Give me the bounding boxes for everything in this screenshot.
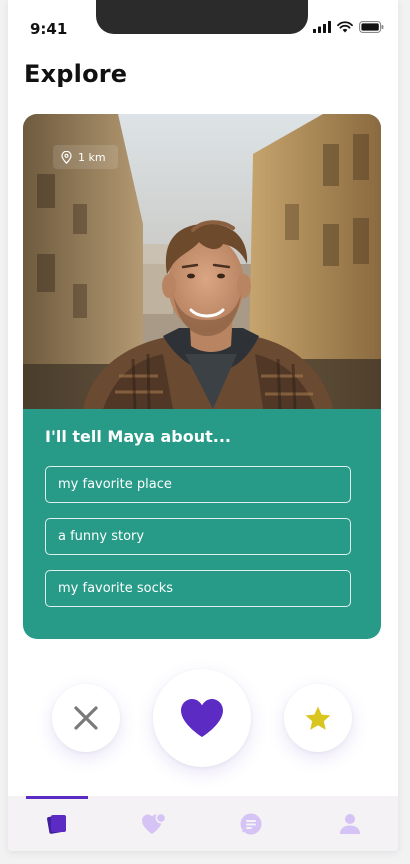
like-button[interactable] — [153, 669, 251, 767]
profile-icon — [340, 813, 360, 834]
tab-bar — [8, 796, 398, 851]
profile-card[interactable]: 1 km I'll tell Maya about... my favorite… — [23, 114, 381, 639]
prompt-option-label: my favorite place — [58, 477, 172, 492]
prompt-option[interactable]: a funny story — [45, 518, 351, 555]
heart-icon — [181, 699, 223, 737]
profile-photo: 1 km — [23, 114, 381, 409]
dislike-button[interactable] — [52, 684, 120, 752]
prompt-option[interactable]: my favorite place — [45, 466, 351, 503]
prompt-option-label: a funny story — [58, 529, 145, 544]
battery-icon — [359, 21, 384, 33]
chat-icon — [240, 813, 262, 834]
page-title: Explore — [24, 60, 128, 88]
tab-explore[interactable] — [27, 796, 87, 851]
super-like-button[interactable] — [284, 684, 352, 752]
prompt-title: I'll tell Maya about... — [45, 427, 231, 446]
cards-icon — [47, 814, 66, 834]
distance-badge: 1 km — [53, 145, 118, 169]
distance-text: 1 km — [78, 150, 106, 164]
status-icons — [313, 21, 384, 33]
tab-likes[interactable] — [124, 796, 184, 851]
device-notch — [96, 0, 308, 34]
star-icon — [305, 706, 331, 730]
wifi-icon — [337, 21, 353, 33]
prompt-option-label: my favorite socks — [58, 581, 174, 596]
phone-screen: 9:41 Explore 1 km I'll tell Maya about..… — [8, 0, 398, 851]
location-pin-icon — [61, 150, 72, 164]
signal-icon — [313, 21, 331, 33]
prompt-option[interactable]: my favorite socks — [45, 570, 351, 607]
tab-profile[interactable] — [320, 796, 380, 851]
close-icon — [74, 706, 98, 730]
likes-icon — [142, 812, 167, 834]
tab-messages[interactable] — [221, 796, 281, 851]
status-time: 9:41 — [30, 20, 68, 38]
